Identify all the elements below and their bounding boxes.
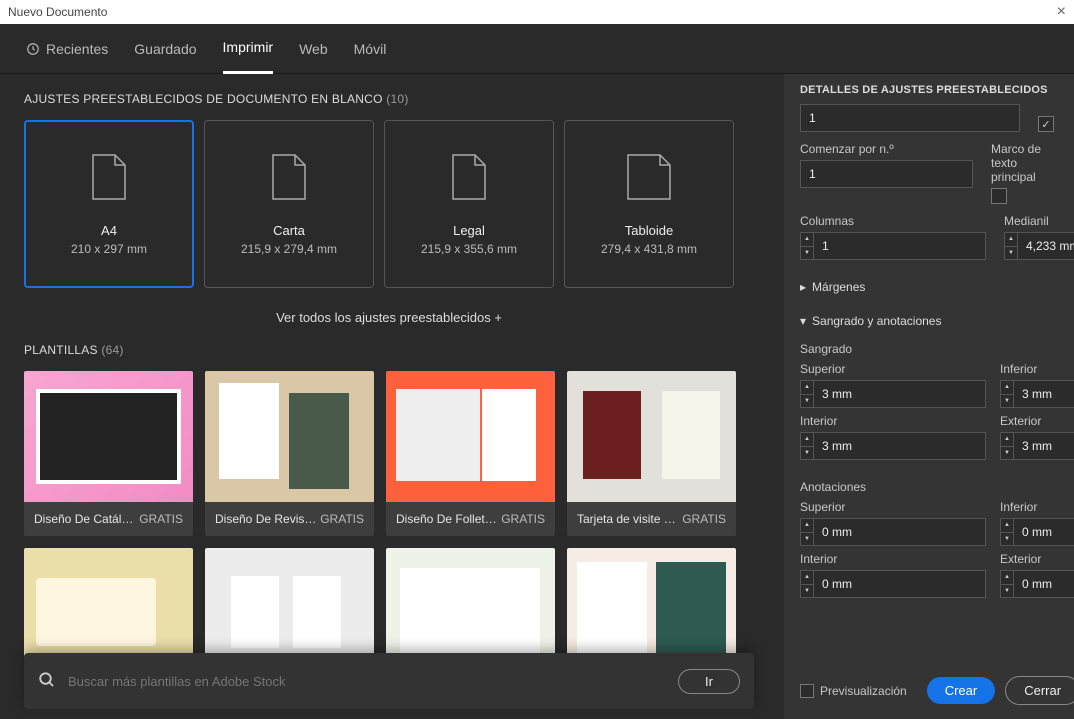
gutter-stepper[interactable]: ▲▼ (1004, 232, 1018, 260)
window-titlebar: Nuevo Documento × (0, 0, 1074, 24)
pages-field[interactable] (800, 104, 1020, 132)
window-title: Nuevo Documento (8, 5, 107, 19)
search-go-button[interactable]: Ir (678, 669, 740, 694)
panel-title: DETALLES DE AJUSTES PREESTABLECIDOS (800, 84, 1058, 96)
close-button[interactable]: Cerrar (1005, 676, 1074, 705)
template-card[interactable]: Diseño De Revista...GRATIS (205, 371, 374, 536)
slug-top-field[interactable] (814, 518, 986, 546)
template-thumb (205, 371, 374, 502)
slug-bottom-field[interactable] (1014, 518, 1074, 546)
bleed-top-stepper[interactable]: ▲▼ (800, 380, 814, 408)
slug-bottom-stepper[interactable]: ▲▼ (1000, 518, 1014, 546)
bleed-top-field[interactable] (814, 380, 986, 408)
search-bar: Ir (24, 653, 754, 709)
window-close-button[interactable]: × (1057, 3, 1066, 21)
template-card[interactable]: Diseño De Catálog...GRATIS (24, 371, 193, 536)
create-button[interactable]: Crear (927, 677, 996, 704)
slug-inside-stepper[interactable]: ▲▼ (800, 570, 814, 598)
clock-icon (26, 42, 40, 56)
search-icon (38, 671, 56, 692)
templates-header: PLANTILLAS (64) (24, 343, 784, 357)
tab-mobile[interactable]: Móvil (354, 24, 387, 74)
facing-pages-checkbox[interactable]: ✓ (1038, 116, 1054, 132)
slug-top-stepper[interactable]: ▲▼ (800, 518, 814, 546)
gutter-field[interactable] (1018, 232, 1074, 260)
bleed-inside-field[interactable] (814, 432, 986, 460)
chevron-right-icon: ▸ (800, 280, 806, 294)
preset-a4[interactable]: A4 210 x 297 mm (24, 120, 194, 288)
slug-outside-stepper[interactable]: ▲▼ (1000, 570, 1014, 598)
bleed-bottom-field[interactable] (1014, 380, 1074, 408)
tab-recent[interactable]: Recientes (26, 24, 108, 74)
category-tabs: Recientes Guardado Imprimir Web Móvil (0, 24, 1074, 74)
page-icon (625, 153, 673, 201)
page-icon (90, 153, 128, 201)
preset-legal[interactable]: Legal 215,9 x 355,6 mm (384, 120, 554, 288)
tab-web[interactable]: Web (299, 24, 328, 74)
start-page-field[interactable] (800, 160, 973, 188)
columns-field[interactable] (814, 232, 986, 260)
page-icon (450, 153, 488, 201)
bleed-bottom-stepper[interactable]: ▲▼ (1000, 380, 1014, 408)
presets-header: AJUSTES PREESTABLECIDOS DE DOCUMENTO EN … (24, 92, 784, 106)
chevron-down-icon: ▾ (800, 314, 806, 328)
page-icon (270, 153, 308, 201)
search-input[interactable] (68, 674, 666, 689)
bleed-subheader: Sangrado (800, 342, 1058, 356)
template-thumb (386, 371, 555, 502)
preset-list: A4 210 x 297 mm Carta 215,9 x 279,4 mm L… (24, 120, 784, 288)
primary-text-frame-checkbox[interactable] (991, 188, 1007, 204)
template-card[interactable]: Tarjeta de visite si...GRATIS (567, 371, 736, 536)
columns-stepper[interactable]: ▲▼ (800, 232, 814, 260)
tab-print[interactable]: Imprimir (223, 24, 274, 74)
preview-checkbox[interactable] (800, 684, 814, 698)
template-thumb (24, 371, 193, 502)
view-all-presets-link[interactable]: Ver todos los ajustes preestablecidos + (24, 310, 754, 325)
preset-letter[interactable]: Carta 215,9 x 279,4 mm (204, 120, 374, 288)
bleed-accordion[interactable]: ▾ Sangrado y anotaciones (800, 314, 1058, 328)
template-card[interactable]: Diseño De Folleto...GRATIS (386, 371, 555, 536)
template-thumb (567, 371, 736, 502)
margins-accordion[interactable]: ▸ Márgenes (800, 280, 1058, 294)
template-grid: Diseño De Catálog...GRATIS Diseño De Rev… (24, 371, 764, 679)
bleed-outside-stepper[interactable]: ▲▼ (1000, 432, 1014, 460)
bleed-inside-stepper[interactable]: ▲▼ (800, 432, 814, 460)
preset-tabloid[interactable]: Tabloide 279,4 x 431,8 mm (564, 120, 734, 288)
tab-saved[interactable]: Guardado (134, 24, 196, 74)
slug-subheader: Anotaciones (800, 480, 1058, 494)
bleed-outside-field[interactable] (1014, 432, 1074, 460)
slug-inside-field[interactable] (814, 570, 986, 598)
slug-outside-field[interactable] (1014, 570, 1074, 598)
